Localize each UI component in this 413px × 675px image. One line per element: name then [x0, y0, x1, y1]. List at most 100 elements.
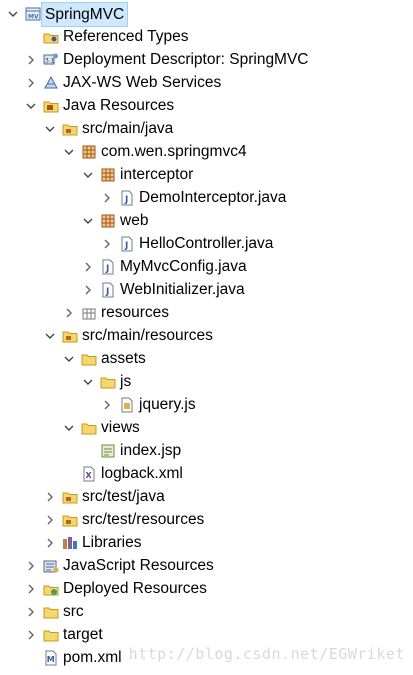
tree-node-js[interactable]: js: [0, 370, 413, 393]
chevron-down-icon[interactable]: [24, 94, 38, 117]
tree-node-label: src/main/java: [82, 120, 174, 137]
chevron-right-icon[interactable]: [100, 186, 114, 209]
tree-node-src-test-resources[interactable]: src/test/resources: [0, 508, 413, 531]
tree-node-label: JavaScript Resources: [63, 557, 214, 574]
tree-node-label: index.jsp: [120, 442, 182, 459]
chevron-down-icon[interactable]: [62, 347, 76, 370]
tree-node-src-main-resources[interactable]: src/main/resources: [0, 324, 413, 347]
referenced-types-icon: [43, 29, 59, 45]
tree-node-package-web[interactable]: web: [0, 209, 413, 232]
chevron-right-icon[interactable]: [81, 255, 95, 278]
tree-node-src[interactable]: src: [0, 600, 413, 623]
source-folder-icon: [62, 121, 78, 137]
tree-node-resources[interactable]: resources: [0, 301, 413, 324]
tree-node-src-main-java[interactable]: src/main/java: [0, 117, 413, 140]
source-folder-icon: [62, 328, 78, 344]
tree-node-assets[interactable]: assets: [0, 347, 413, 370]
tree-node-label: Java Resources: [63, 97, 175, 114]
package-icon: [100, 213, 116, 229]
tree-node-label: assets: [101, 350, 146, 367]
tree-node-web-initializer[interactable]: WebInitializer.java: [0, 278, 413, 301]
watermark-text: http://blog.csdn.net/EGWriket: [128, 645, 405, 663]
maven-project-icon: [25, 6, 41, 22]
chevron-right-icon[interactable]: [43, 508, 57, 531]
chevron-right-icon[interactable]: [43, 485, 57, 508]
tree-node-logback[interactable]: logback.xml: [0, 462, 413, 485]
tree-node-index-jsp[interactable]: index.jsp: [0, 439, 413, 462]
pom-file-icon: [43, 650, 59, 666]
chevron-right-icon[interactable]: [24, 577, 38, 600]
package-icon: [100, 167, 116, 183]
tree-node-label: Deployment Descriptor: SpringMVC: [63, 51, 309, 68]
folder-icon: [100, 374, 116, 390]
source-folder-icon: [62, 489, 78, 505]
jsp-file-icon: [100, 443, 116, 459]
chevron-down-icon[interactable]: [62, 416, 76, 439]
tree-node-package-interceptor[interactable]: interceptor: [0, 163, 413, 186]
javascript-file-icon: [119, 397, 135, 413]
tree-node-javascript-resources[interactable]: JavaScript Resources: [0, 554, 413, 577]
tree-node-target[interactable]: target: [0, 623, 413, 646]
chevron-down-icon[interactable]: [6, 2, 20, 25]
java-file-icon: [119, 236, 135, 252]
jax-ws-icon: [43, 75, 59, 91]
resources-icon: [81, 305, 97, 321]
tree-node-label: web: [120, 212, 149, 229]
tree-node-label: com.wen.springmvc4: [101, 143, 247, 160]
tree-node-jquery[interactable]: jquery.js: [0, 393, 413, 416]
deployment-descriptor-icon: [43, 52, 59, 68]
tree-node-label: JAX-WS Web Services: [63, 74, 222, 91]
chevron-right-icon[interactable]: [24, 71, 38, 94]
java-file-icon: [100, 259, 116, 275]
tree-node-label: js: [120, 373, 132, 390]
tree-node-label: resources: [101, 304, 170, 321]
tree-node-label: HelloController.java: [139, 235, 274, 252]
chevron-right-icon[interactable]: [24, 554, 38, 577]
tree-node-label: WebInitializer.java: [120, 281, 245, 298]
tree-node-java-resources[interactable]: Java Resources: [0, 94, 413, 117]
chevron-right-icon[interactable]: [24, 48, 38, 71]
folder-icon: [43, 604, 59, 620]
chevron-right-icon[interactable]: [100, 232, 114, 255]
chevron-right-icon[interactable]: [100, 393, 114, 416]
tree-node-hello-controller[interactable]: HelloController.java: [0, 232, 413, 255]
chevron-right-icon[interactable]: [24, 600, 38, 623]
tree-node-label: target: [63, 626, 103, 643]
chevron-down-icon[interactable]: [81, 209, 95, 232]
tree-node-src-test-java[interactable]: src/test/java: [0, 485, 413, 508]
tree-node-label: pom.xml: [63, 649, 122, 666]
chevron-down-icon[interactable]: [43, 324, 57, 347]
chevron-right-icon[interactable]: [81, 278, 95, 301]
javascript-resources-icon: [43, 558, 59, 574]
package-icon: [81, 144, 97, 160]
chevron-down-icon[interactable]: [62, 140, 76, 163]
tree-node-deployed-resources[interactable]: Deployed Resources: [0, 577, 413, 600]
xml-file-icon: [81, 466, 97, 482]
tree-node-project[interactable]: SpringMVC: [0, 2, 413, 27]
tree-node-label: src/test/resources: [82, 511, 205, 528]
chevron-down-icon[interactable]: [43, 117, 57, 140]
project-explorer-tree: SpringMVC Referenced Types Deployment De…: [0, 2, 413, 669]
tree-node-jax-ws[interactable]: JAX-WS Web Services: [0, 71, 413, 94]
tree-node-package-root[interactable]: com.wen.springmvc4: [0, 140, 413, 163]
chevron-right-icon[interactable]: [24, 623, 38, 646]
chevron-right-icon[interactable]: [43, 531, 57, 554]
libraries-icon: [62, 535, 78, 551]
tree-node-demo-interceptor[interactable]: DemoInterceptor.java: [0, 186, 413, 209]
tree-node-label: logback.xml: [101, 465, 183, 482]
chevron-down-icon[interactable]: [81, 370, 95, 393]
tree-node-label: DemoInterceptor.java: [139, 189, 287, 206]
folder-icon: [43, 627, 59, 643]
tree-node-deployment-descriptor[interactable]: Deployment Descriptor: SpringMVC: [0, 48, 413, 71]
tree-node-label: src/test/java: [82, 488, 165, 505]
tree-node-my-mvc-config[interactable]: MyMvcConfig.java: [0, 255, 413, 278]
tree-node-views[interactable]: views: [0, 416, 413, 439]
tree-node-referenced-types[interactable]: Referenced Types: [0, 25, 413, 48]
java-file-icon: [119, 190, 135, 206]
deployed-resources-icon: [43, 581, 59, 597]
chevron-right-icon[interactable]: [62, 301, 76, 324]
tree-node-label: Deployed Resources: [63, 580, 207, 597]
chevron-down-icon[interactable]: [81, 163, 95, 186]
tree-node-libraries[interactable]: Libraries: [0, 531, 413, 554]
tree-node-label: interceptor: [120, 166, 194, 183]
